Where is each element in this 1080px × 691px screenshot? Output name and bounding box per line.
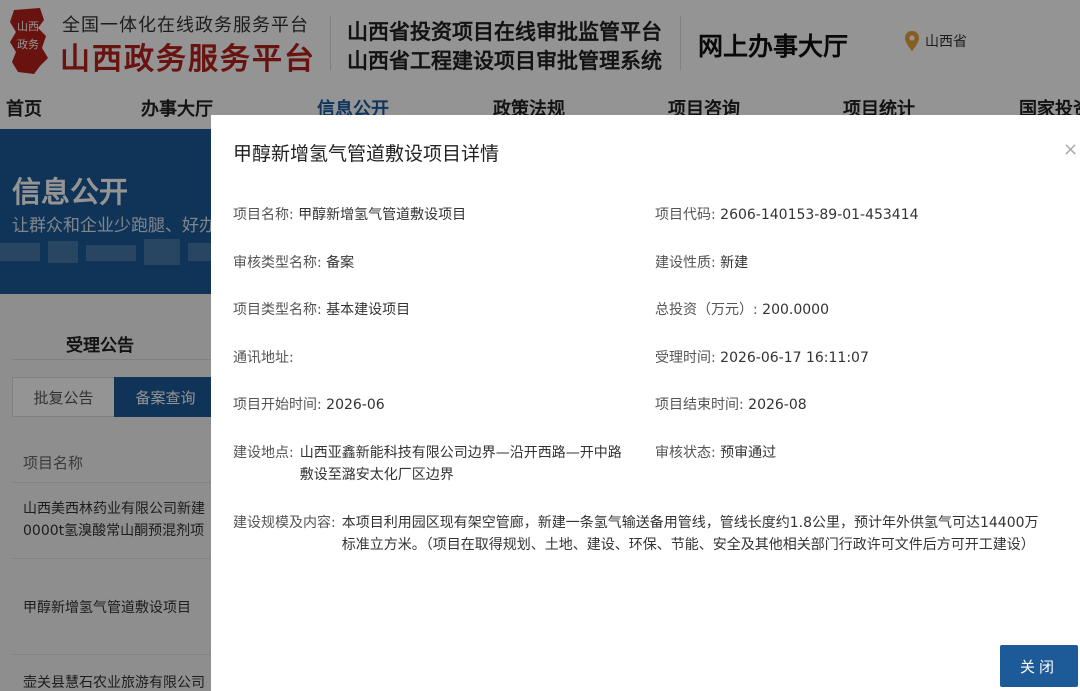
field-value: 新建 — [720, 255, 749, 271]
field-value: 备案 — [326, 255, 355, 271]
dialog-title: 甲醇新增氢气管道敷设项目详情 — [233, 143, 500, 165]
field-label: 建设规模及内容: — [233, 515, 336, 531]
field-project-code: 项目代码: 2606-140153-89-01-453414 — [655, 204, 919, 226]
field-end-time: 项目结束时间: 2026-08 — [655, 394, 807, 416]
field-value: 2606-140153-89-01-453414 — [720, 207, 919, 223]
field-value: 山西亚鑫新能科技有限公司边界—沿开西路—开中路敷设至潞安太化厂区边界 — [299, 445, 622, 483]
field-value: 甲醇新增氢气管道敷设项目 — [298, 207, 467, 223]
field-value: 基本建设项目 — [326, 302, 411, 318]
field-label: 项目结束时间: — [655, 397, 744, 413]
field-value: 200.0000 — [762, 302, 829, 318]
field-construction-scale: 建设规模及内容: 本项目利用园区现有架空管廊，新建一条氢气输送备用管线，管线长度… — [233, 512, 1043, 556]
field-project-name: 项目名称: 甲醇新增氢气管道敷设项目 — [233, 204, 466, 226]
field-label: 总投资（万元）: — [655, 302, 758, 318]
field-construction-location: 建设地点: 山西亚鑫新能科技有限公司边界—沿开西路—开中路敷设至潞安太化厂区边界 — [233, 442, 633, 486]
close-icon[interactable]: × — [1063, 139, 1078, 160]
field-label: 受理时间: — [655, 350, 716, 366]
field-value: 2026-08 — [748, 397, 807, 413]
field-value: 预审通过 — [720, 445, 777, 461]
project-detail-dialog: 甲醇新增氢气管道敷设项目详情 × 项目名称: 甲醇新增氢气管道敷设项目 项目代码… — [211, 115, 1080, 691]
field-label: 建设地点: — [233, 445, 294, 461]
field-start-time: 项目开始时间: 2026-06 — [233, 394, 385, 416]
field-label: 项目类型名称: — [233, 302, 322, 318]
field-value: 本项目利用园区现有架空管廊，新建一条氢气输送备用管线，管线长度约1.8公里，预计… — [341, 515, 1039, 553]
field-label: 通讯地址: — [233, 350, 294, 366]
field-accept-time: 受理时间: 2026-06-17 16:11:07 — [655, 347, 869, 369]
field-value: 2026-06-17 16:11:07 — [720, 350, 869, 366]
field-label: 建设性质: — [655, 255, 716, 271]
field-project-type: 项目类型名称: 基本建设项目 — [233, 299, 410, 321]
field-review-status: 审核状态: 预审通过 — [655, 442, 776, 464]
field-label: 项目代码: — [655, 207, 716, 223]
field-total-investment: 总投资（万元）: 200.0000 — [655, 299, 829, 321]
close-button[interactable]: 关闭 — [1000, 645, 1078, 687]
field-value: 2026-06 — [326, 397, 385, 413]
field-review-type: 审核类型名称: 备案 — [233, 252, 354, 274]
field-label: 审核状态: — [655, 445, 716, 461]
field-construction-nature: 建设性质: 新建 — [655, 252, 748, 274]
field-label: 审核类型名称: — [233, 255, 322, 271]
field-label: 项目名称: — [233, 207, 294, 223]
field-label: 项目开始时间: — [233, 397, 322, 413]
field-address: 通讯地址: — [233, 347, 294, 369]
